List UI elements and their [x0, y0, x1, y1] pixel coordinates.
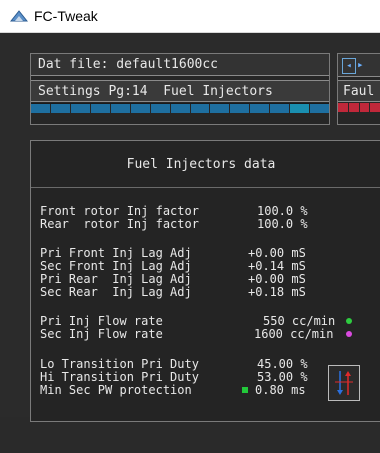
page-segment[interactable]	[210, 104, 230, 113]
row-value: 53.00 %	[257, 370, 308, 384]
page-segment-bar	[31, 103, 330, 113]
dat-file-label: Dat file: default1600cc	[31, 54, 329, 76]
fault-segment-bar	[338, 103, 380, 112]
row-label: Min Sec PW protection	[40, 383, 192, 397]
fuel-injectors-panel: Fuel Injectors data Front rotor Inj fact…	[30, 140, 380, 422]
page-segment[interactable]	[190, 104, 210, 113]
row-value: 100.0 %	[257, 204, 308, 218]
min-pw-indicator-icon	[242, 387, 248, 393]
page-segment[interactable]	[130, 104, 150, 113]
page-segment[interactable]	[230, 104, 250, 113]
app-fc-tweak-icon	[10, 10, 28, 22]
row-pri-rear-lag[interactable]: Pri Rear Inj Lag Adj +0.00 mS	[40, 272, 306, 286]
fault-panel: ◂ ▸ Faul	[337, 53, 380, 125]
page-segment[interactable]	[70, 104, 90, 113]
page-segment[interactable]	[150, 104, 170, 113]
fault-segment	[348, 103, 359, 112]
row-value: 0.80 ms	[255, 383, 306, 397]
row-pri-front-lag[interactable]: Pri Front Inj Lag Adj +0.00 mS	[40, 246, 306, 260]
row-pri-flow[interactable]: Pri Inj Flow rate 550 cc/min	[40, 314, 360, 328]
row-label: Hi Transition Pri Duty	[40, 370, 199, 384]
row-sec-front-lag[interactable]: Sec Front Inj Lag Adj +0.14 mS	[40, 259, 306, 273]
fault-segment	[370, 103, 380, 112]
row-hi-transition[interactable]: Hi Transition Pri Duty 53.00 %	[40, 370, 308, 384]
row-label: Sec Rear Inj Lag Adj	[40, 285, 192, 299]
pri-flow-dot-icon	[346, 318, 352, 324]
page-segment[interactable]	[31, 104, 50, 113]
row-front-factor[interactable]: Front rotor Inj factor 100.0 %	[40, 204, 308, 218]
page-segment[interactable]	[50, 104, 70, 113]
settings-page-label[interactable]: Settings Pg:14 Fuel Injectors	[31, 80, 329, 102]
fault-segment	[338, 103, 348, 112]
window-title: FC-Tweak	[34, 8, 98, 24]
row-label: Lo Transition Pri Duty	[40, 357, 199, 371]
row-lo-transition[interactable]: Lo Transition Pri Duty 45.00 %	[40, 357, 308, 371]
row-value: +0.18 mS	[248, 285, 306, 299]
fault-label[interactable]: Faul	[338, 80, 380, 102]
page-segment[interactable]	[170, 104, 190, 113]
row-label: Sec Inj Flow rate	[40, 327, 163, 341]
row-value: +0.00 mS	[248, 272, 306, 286]
section-title: Fuel Injectors data	[126, 157, 276, 172]
row-rear-factor[interactable]: Rear rotor Inj factor 100.0 %	[40, 217, 308, 231]
fault-panel-header: ◂ ▸	[338, 54, 380, 77]
file-info-panel: Dat file: default1600cc Settings Pg:14 F…	[30, 53, 330, 125]
window-titlebar: FC-Tweak	[0, 0, 380, 33]
page-segment[interactable]	[310, 104, 330, 113]
row-label: Sec Front Inj Lag Adj	[40, 259, 192, 273]
nav-next-icon[interactable]: ▸	[357, 58, 364, 72]
injector-transition-icon[interactable]	[328, 365, 360, 401]
row-value: 550 cc/min	[263, 314, 336, 328]
row-value: 1600 cc/min	[254, 327, 334, 341]
divider	[31, 187, 380, 188]
row-label: Front rotor Inj factor	[40, 204, 199, 218]
page-segment-active[interactable]	[290, 104, 310, 113]
row-sec-flow[interactable]: Sec Inj Flow rate 1600 cc/min	[40, 327, 360, 341]
row-label: Pri Front Inj Lag Adj	[40, 246, 192, 260]
fault-segment	[359, 103, 370, 112]
row-label: Rear rotor Inj factor	[40, 217, 199, 231]
app-client-area: Dat file: default1600cc Settings Pg:14 F…	[0, 33, 380, 422]
row-value: 100.0 %	[257, 217, 308, 231]
page-segment[interactable]	[250, 104, 270, 113]
row-label: Pri Rear Inj Lag Adj	[40, 272, 192, 286]
page-segment[interactable]	[110, 104, 130, 113]
sec-flow-dot-icon	[346, 331, 352, 337]
row-label: Pri Inj Flow rate	[40, 314, 163, 328]
row-min-sec-pw[interactable]: Min Sec PW protection 0.80 ms	[40, 383, 330, 397]
row-value: +0.14 mS	[248, 259, 306, 273]
row-value: 45.00 %	[257, 357, 308, 371]
transition-arrows-icon	[335, 371, 353, 395]
page-segment[interactable]	[90, 104, 110, 113]
row-value: +0.00 mS	[248, 246, 306, 260]
nav-arrows-icon[interactable]: ◂	[342, 58, 356, 74]
page-segment[interactable]	[270, 104, 290, 113]
row-sec-rear-lag[interactable]: Sec Rear Inj Lag Adj +0.18 mS	[40, 285, 306, 299]
